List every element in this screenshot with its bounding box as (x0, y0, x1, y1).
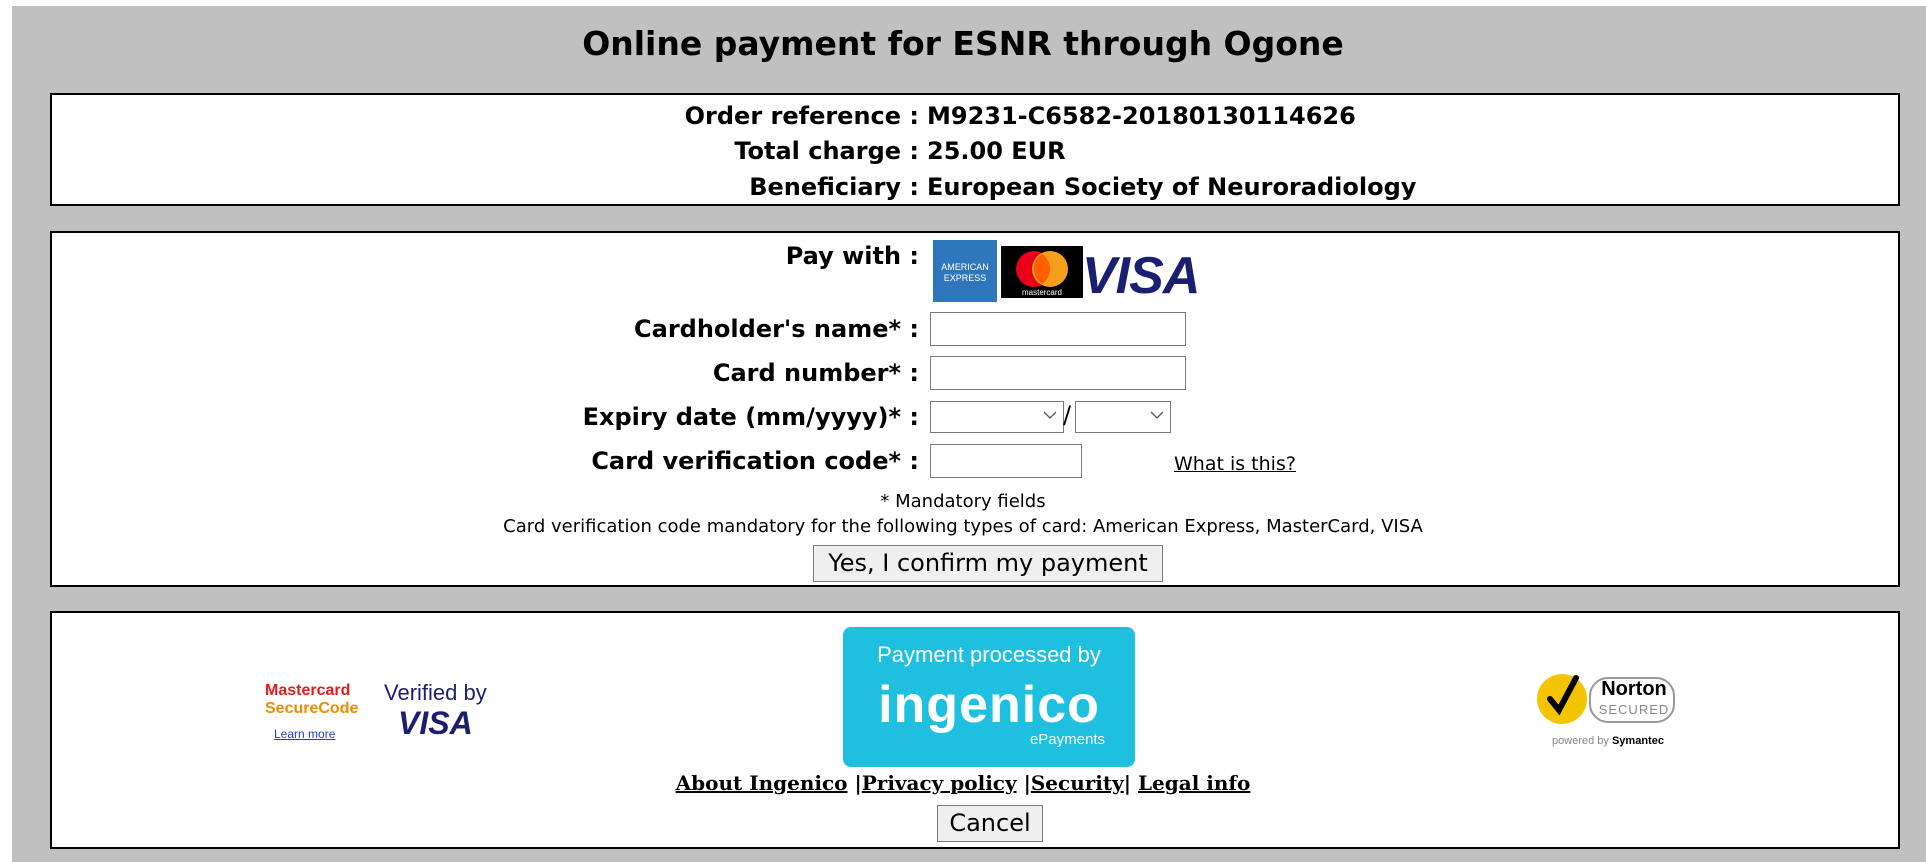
expiry-year-select[interactable] (1075, 401, 1171, 433)
beneficiary-label: Beneficiary : (749, 173, 919, 201)
privacy-policy-link[interactable]: Privacy policy (862, 771, 1017, 795)
pay-with-label: Pay with : (785, 242, 919, 270)
ingenico-processed-text: Payment processed by (877, 642, 1101, 667)
securecode-text-2: SecureCode (265, 700, 359, 717)
confirm-payment-button[interactable]: Yes, I confirm my payment (813, 545, 1163, 582)
order-reference-value: M9231-C6582-20180130114626 (927, 102, 1356, 130)
chevron-down-icon (1043, 411, 1057, 419)
expiry-date-label: Expiry date (mm/yyyy)* : (582, 403, 919, 431)
norton-secured-text: SECURED (1598, 702, 1670, 717)
ingenico-brand-text: ingenico (878, 676, 1100, 734)
expiry-separator: / (1063, 401, 1072, 429)
footer-links: About Ingenico |Privacy policy |Security… (0, 771, 1926, 795)
amex-card-logo[interactable]: AMERICAN EXPRESS (933, 240, 997, 302)
verified-by-visa-logo: Verified by VISA (384, 680, 487, 740)
norton-symantec-text: Symantec (1611, 735, 1664, 747)
card-number-input[interactable] (930, 356, 1186, 390)
card-verification-label: Card verification code* : (591, 447, 919, 475)
visa-card-logo[interactable]: VISA (1082, 246, 1200, 306)
ingenico-badge: Payment processed by ingenico ePayments (843, 627, 1135, 767)
card-number-label: Card number* : (712, 359, 919, 387)
link-separator: | (854, 771, 862, 795)
cvc-requirement-note: Card verification code mandatory for the… (503, 516, 1423, 537)
total-charge-value: 25.00 EUR (927, 137, 1066, 165)
cancel-button[interactable]: Cancel (937, 805, 1043, 842)
mastercard-logo-text: mastercard (1021, 288, 1062, 297)
about-ingenico-link[interactable]: About Ingenico (676, 771, 848, 795)
learn-more-link[interactable]: Learn more (274, 727, 335, 741)
norton-name-text: Norton (1601, 678, 1667, 700)
norton-powered-text: powered by (1552, 735, 1609, 747)
norton-secured-badge: Norton SECURED powered by Symantec (1532, 664, 1680, 754)
amex-logo-text: EXPRESS (943, 273, 987, 283)
amex-logo-text: AMERICAN (941, 262, 989, 272)
legal-info-link[interactable]: Legal info (1138, 771, 1250, 795)
cardholder-name-label: Cardholder's name* : (634, 315, 919, 343)
verified-by-text: Verified by (384, 680, 487, 705)
mastercard-securecode-logo: Mastercard SecureCode (265, 682, 358, 718)
mandatory-fields-note: * Mandatory fields (880, 491, 1046, 512)
chevron-down-icon (1150, 411, 1164, 419)
page-title: Online payment for ESNR through Ogone (582, 24, 1344, 63)
expiry-month-select[interactable] (930, 401, 1064, 433)
security-link[interactable]: Security (1031, 771, 1124, 795)
beneficiary-value: European Society of Neuroradiology (927, 173, 1417, 201)
cardholder-name-input[interactable] (930, 312, 1186, 346)
card-verification-input[interactable] (930, 444, 1082, 478)
what-is-this-link[interactable]: What is this? (1174, 453, 1296, 475)
link-separator: | (1023, 771, 1031, 795)
order-reference-label: Order reference : (684, 102, 919, 130)
securecode-text-1: Mastercard (265, 682, 351, 699)
mastercard-card-logo[interactable]: mastercard (1001, 246, 1083, 298)
total-charge-label: Total charge : (734, 137, 919, 165)
verified-visa-text: VISA (398, 705, 473, 741)
link-separator: | (1123, 771, 1132, 795)
ingenico-sub-text: ePayments (1029, 731, 1105, 748)
